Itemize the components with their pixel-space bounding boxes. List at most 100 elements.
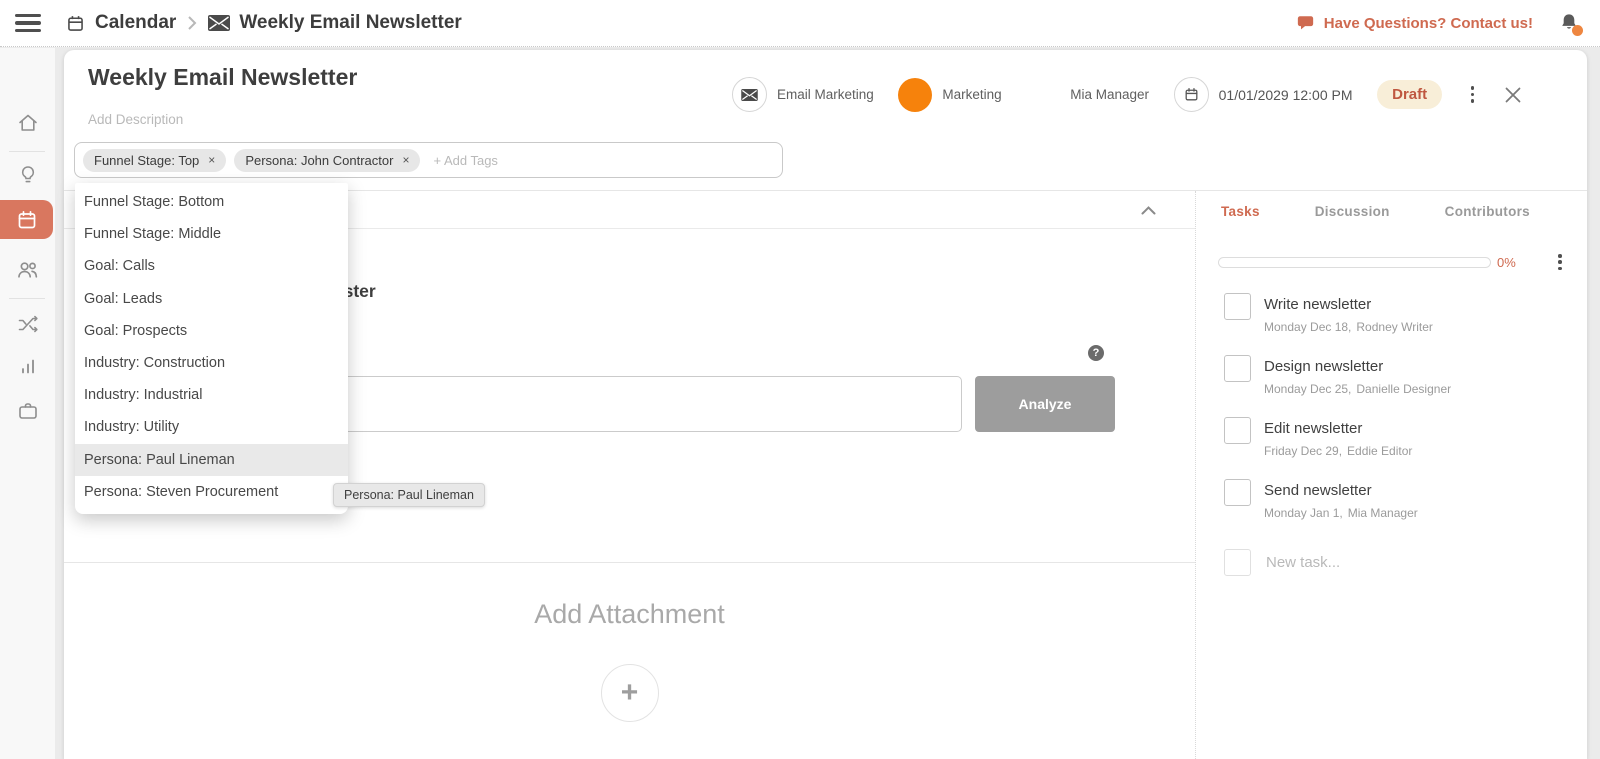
dropdown-option[interactable]: Industry: Construction	[75, 347, 348, 379]
new-task-row	[1196, 549, 1587, 576]
sidebar-item-projects[interactable]	[0, 399, 55, 423]
task-due-date: Monday Dec 18,	[1264, 320, 1351, 334]
task-title[interactable]: Send newsletter	[1264, 482, 1423, 499]
task-meta: Monday Dec 25,Danielle Designer	[1264, 382, 1456, 396]
task-list: Write newsletter Monday Dec 18, Rodney Wr…	[1196, 293, 1587, 576]
category-label: Marketing	[942, 87, 1001, 102]
task-title[interactable]: Write newsletter	[1264, 296, 1438, 313]
tags-dropdown: Funnel Stage: Bottom Funnel Stage: Middl…	[75, 183, 348, 514]
collapse-section-icon[interactable]	[1140, 204, 1157, 216]
add-attachment-button[interactable]: +	[601, 664, 659, 722]
dropdown-option[interactable]: Funnel Stage: Middle	[75, 218, 348, 250]
task-checkbox[interactable]	[1224, 355, 1251, 382]
task-options-icon[interactable]	[1554, 250, 1566, 274]
sidebar-divider	[9, 298, 45, 299]
dropdown-option[interactable]: Goal: Calls	[75, 250, 348, 282]
add-description-field[interactable]: Add Description	[88, 112, 183, 127]
sidebar-item-shuffle[interactable]	[0, 313, 55, 337]
briefcase-icon	[16, 399, 40, 423]
category-color-dot	[898, 78, 932, 112]
dropdown-option[interactable]: Goal: Prospects	[75, 315, 348, 347]
breadcrumb-section[interactable]: Calendar	[95, 12, 176, 34]
dropdown-option[interactable]: Goal: Leads	[75, 283, 348, 315]
content-type-selector[interactable]: Email Marketing	[732, 77, 874, 112]
owner-selector[interactable]: Mia Manager	[1026, 78, 1149, 112]
task-checkbox[interactable]	[1224, 417, 1251, 444]
task-due-date: Monday Dec 25,	[1264, 382, 1351, 396]
sidebar-item-analytics[interactable]	[0, 354, 55, 378]
home-icon	[16, 111, 40, 135]
app-root: Calendar Weekly Email Newsletter Have Qu…	[0, 0, 1600, 759]
close-icon[interactable]	[1503, 85, 1523, 105]
sidebar-item-home[interactable]	[0, 111, 55, 135]
new-task-checkbox	[1224, 549, 1251, 576]
add-attachment-label: Add Attachment	[64, 599, 1195, 630]
top-bar: Calendar Weekly Email Newsletter Have Qu…	[0, 0, 1600, 47]
tab-contributors[interactable]: Contributors	[1445, 204, 1530, 219]
notifications-bell-icon[interactable]	[1558, 11, 1580, 35]
remove-tag-icon[interactable]: ×	[208, 154, 215, 166]
tag-chip-label: Persona: John Contractor	[245, 153, 393, 168]
hamburger-menu-icon[interactable]	[15, 14, 41, 32]
task-panel: Tasks Discussion Contributors 0% Write n…	[1195, 191, 1587, 759]
envelope-icon	[208, 15, 230, 31]
task-progress-row: 0%	[1218, 250, 1566, 274]
team-icon	[15, 257, 40, 282]
task-row: Design newsletter Monday Dec 25,Danielle…	[1196, 355, 1587, 396]
help-icon[interactable]: ?	[1088, 345, 1104, 361]
lightbulb-icon	[16, 163, 40, 187]
task-row: Write newsletter Monday Dec 18, Rodney Wr…	[1196, 293, 1587, 334]
sidebar-item-team[interactable]	[0, 257, 55, 282]
dropdown-option[interactable]: Funnel Stage: Bottom	[75, 186, 348, 218]
breadcrumb-item: Weekly Email Newsletter	[239, 12, 461, 34]
hover-tooltip: Persona: Paul Lineman	[333, 483, 485, 507]
task-row: Send newsletter Monday Jan 1,Mia Manager	[1196, 479, 1587, 520]
task-assignee: Rodney Writer	[1356, 320, 1432, 334]
task-assignee: Eddie Editor	[1347, 444, 1412, 458]
left-sidebar	[0, 48, 55, 759]
section-divider	[64, 562, 1195, 563]
task-row: Edit newsletter Friday Dec 29, Eddie Edit…	[1196, 417, 1587, 458]
panel-tabs: Tasks Discussion Contributors	[1196, 191, 1587, 219]
sidebar-divider	[9, 151, 45, 152]
dropdown-option-highlighted[interactable]: Persona: Paul Lineman	[75, 444, 348, 476]
calendar-icon	[15, 208, 39, 232]
bar-chart-icon	[16, 354, 40, 378]
notification-badge	[1572, 25, 1583, 36]
sidebar-item-calendar-active[interactable]	[0, 200, 53, 239]
task-checkbox[interactable]	[1224, 293, 1251, 320]
new-task-input[interactable]	[1264, 553, 1468, 572]
remove-tag-icon[interactable]: ×	[402, 154, 409, 166]
sidebar-item-ideas[interactable]	[0, 163, 55, 187]
task-title[interactable]: Design newsletter	[1264, 358, 1456, 375]
date-calendar-icon	[1174, 77, 1209, 112]
status-badge[interactable]: Draft	[1377, 80, 1442, 109]
header-meta-row: Email Marketing Marketing Mia Manager 01…	[732, 77, 1523, 112]
page-title: Weekly Email Newsletter	[88, 64, 357, 91]
task-meta: Monday Jan 1,Mia Manager	[1264, 506, 1423, 520]
task-meta: Monday Dec 18, Rodney Writer	[1264, 320, 1438, 334]
avatar	[1026, 78, 1060, 112]
category-selector[interactable]: Marketing	[898, 78, 1001, 112]
email-type-icon	[732, 77, 767, 112]
tags-input[interactable]: Funnel Stage: Top × Persona: John Contra…	[74, 142, 783, 178]
dropdown-option[interactable]: Persona: Steven Procurement	[75, 476, 348, 508]
task-due-date: Friday Dec 29,	[1264, 444, 1342, 458]
analyze-button[interactable]: Analyze	[975, 376, 1115, 432]
calendar-icon	[65, 13, 86, 34]
tab-tasks[interactable]: Tasks	[1221, 204, 1260, 219]
add-tags-placeholder[interactable]: + Add Tags	[433, 153, 497, 168]
dropdown-option[interactable]: Industry: Industrial	[75, 379, 348, 411]
more-options-icon[interactable]	[1467, 82, 1479, 106]
task-progress-bar	[1218, 257, 1491, 268]
schedule-selector[interactable]: 01/01/2029 12:00 PM	[1174, 77, 1353, 112]
tag-chip[interactable]: Persona: John Contractor ×	[234, 149, 420, 172]
tab-discussion[interactable]: Discussion	[1315, 204, 1390, 219]
topbar-right: Have Questions? Contact us!	[1296, 11, 1600, 35]
tag-chip[interactable]: Funnel Stage: Top ×	[83, 149, 226, 172]
task-checkbox[interactable]	[1224, 479, 1251, 506]
dropdown-option[interactable]: Industry: Utility	[75, 411, 348, 443]
contact-us-link[interactable]: Have Questions? Contact us!	[1324, 15, 1533, 32]
task-title[interactable]: Edit newsletter	[1264, 420, 1417, 437]
task-due-date: Monday Jan 1,	[1264, 506, 1343, 520]
